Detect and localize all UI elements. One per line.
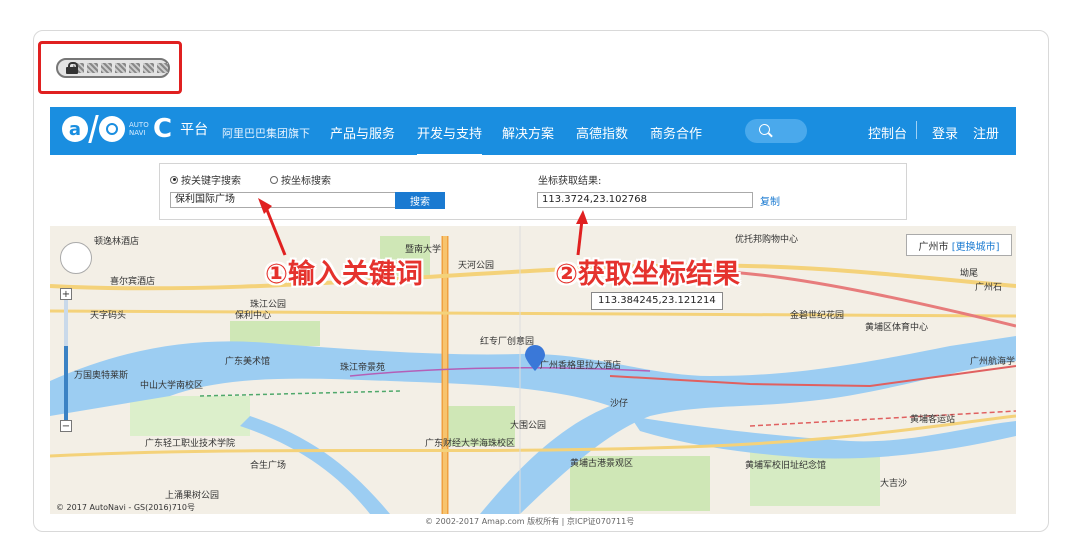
nav-register[interactable]: 注册 bbox=[973, 123, 999, 142]
address-bar[interactable] bbox=[56, 58, 170, 78]
map-poi-label[interactable]: 坳尾 bbox=[960, 266, 978, 279]
map-view[interactable]: + − 广州市 [更换城市] ①输入关键词 ②获取坐标结果 113.384245… bbox=[50, 226, 1016, 514]
radio-keyword-label: 按关键字搜索 bbox=[181, 176, 241, 187]
pan-control[interactable] bbox=[60, 242, 92, 274]
map-poi-label[interactable]: 天河公园 bbox=[458, 258, 494, 271]
nav-console[interactable]: 控制台 bbox=[868, 123, 907, 142]
map-poi-label[interactable]: 中山大学南校区 bbox=[140, 378, 203, 391]
nav-amap-index[interactable]: 高德指数 bbox=[576, 123, 628, 142]
callout-get-coordinate: ②获取坐标结果 bbox=[555, 259, 740, 290]
brand-subtitle: 阿里巴巴集团旗下 bbox=[222, 127, 310, 140]
map-poi-label[interactable]: 红专厂创意园 bbox=[480, 334, 534, 347]
logo-eye-icon bbox=[99, 116, 125, 142]
search-icon bbox=[759, 124, 770, 135]
map-poi-label[interactable]: 优托邦购物中心 bbox=[735, 232, 798, 245]
change-city-link[interactable]: [更换城市] bbox=[952, 238, 1000, 253]
nav-business[interactable]: 商务合作 bbox=[650, 123, 702, 142]
radio-coord-label: 按坐标搜索 bbox=[281, 176, 331, 187]
nav-products[interactable]: 产品与服务 bbox=[330, 123, 395, 142]
amap-logo[interactable]: a AUTONAVI C 平台 bbox=[62, 115, 208, 143]
city-name: 广州市 bbox=[918, 241, 949, 253]
zoom-slider[interactable] bbox=[64, 300, 68, 420]
map-poi-label[interactable]: 广东美术馆 bbox=[225, 354, 270, 367]
map-poi-label[interactable]: 暨南大学 bbox=[405, 242, 441, 255]
map-poi-label[interactable]: 广州石 bbox=[975, 280, 1002, 293]
map-poi-label[interactable]: 沙仔 bbox=[610, 396, 628, 409]
map-poi-label[interactable]: 大围公园 bbox=[510, 418, 546, 431]
logo-sub: AUTONAVI bbox=[129, 121, 149, 137]
site-copyright: © 2002-2017 Amap.com 版权所有 | 京ICP证070711号 bbox=[425, 517, 635, 526]
zoom-level-fill bbox=[64, 345, 68, 420]
map-poi-label[interactable]: 珠江公园 bbox=[250, 297, 286, 310]
map-poi-label[interactable]: 上涌果树公园 bbox=[165, 488, 219, 501]
nav-separator bbox=[916, 121, 917, 139]
city-selector[interactable]: 广州市 [更换城市] bbox=[906, 234, 1012, 256]
map-poi-label[interactable]: 黄埔古港景观区 bbox=[570, 456, 633, 469]
logo-letter: a bbox=[62, 116, 88, 142]
radio-coordinate[interactable]: 按坐标搜索 bbox=[270, 172, 331, 187]
obscured-url bbox=[73, 63, 168, 73]
map-poi-label[interactable]: 万国奥特莱斯 bbox=[74, 368, 128, 381]
map-poi-label[interactable]: 广东轻工职业技术学院 bbox=[145, 436, 235, 449]
coord-tooltip: 113.384245,23.121214 bbox=[591, 292, 723, 310]
map-poi-label[interactable]: 广东财经大学海珠校区 bbox=[425, 436, 515, 449]
copy-button[interactable]: 复制 bbox=[760, 193, 780, 208]
radio-dot-on bbox=[170, 175, 178, 184]
map-poi-label[interactable]: 大吉沙 bbox=[880, 476, 907, 489]
map-poi-label[interactable]: 珠江帝景苑 bbox=[340, 360, 385, 373]
map-poi-label[interactable]: 金碧世纪花园 bbox=[790, 308, 844, 321]
map-poi-label[interactable]: 合生广场 bbox=[250, 458, 286, 471]
callout-enter-keyword: ①输入关键词 bbox=[265, 259, 423, 290]
keyword-input[interactable]: 保利国际广场 bbox=[170, 192, 396, 208]
map-poi-label[interactable]: 喜尔宾酒店 bbox=[110, 274, 155, 287]
coord-result-field[interactable]: 113.3724,23.102768 bbox=[537, 192, 753, 208]
zoom-out-button[interactable]: − bbox=[60, 420, 72, 432]
coord-picker-panel: 按关键字搜索 按坐标搜索 保利国际广场 搜索 坐标获取结果: 113.3724,… bbox=[159, 163, 907, 220]
coord-result-label: 坐标获取结果: bbox=[538, 176, 602, 187]
map-poi-label[interactable]: 广州香格里拉大酒店 bbox=[540, 358, 621, 371]
nav-dev-support[interactable]: 开发与支持 bbox=[417, 123, 483, 157]
map-poi-label[interactable]: 黄埔客运站 bbox=[910, 412, 955, 425]
map-background bbox=[50, 226, 1016, 514]
radio-dot-off bbox=[270, 175, 278, 184]
lock-icon bbox=[66, 62, 78, 74]
nav-solutions[interactable]: 解决方案 bbox=[502, 123, 554, 142]
map-poi-label[interactable]: 黄埔军校旧址纪念馆 bbox=[745, 458, 826, 471]
nav-login[interactable]: 登录 bbox=[932, 123, 958, 142]
map-poi-label[interactable]: 顿逸林酒店 bbox=[94, 234, 139, 247]
logo-platform: 平台 bbox=[180, 122, 209, 138]
map-poi-label[interactable]: 天字码头 bbox=[90, 308, 126, 321]
nav-search[interactable] bbox=[745, 119, 807, 143]
zoom-control[interactable]: + − bbox=[60, 288, 72, 438]
zoom-in-button[interactable]: + bbox=[60, 288, 72, 300]
logo-c-icon: C bbox=[153, 114, 173, 144]
radio-keyword[interactable]: 按关键字搜索 bbox=[170, 172, 241, 187]
map-poi-label[interactable]: 黄埔区体育中心 bbox=[865, 320, 928, 333]
search-button[interactable]: 搜索 bbox=[395, 192, 445, 209]
top-navbar: a AUTONAVI C 平台 阿里巴巴集团旗下 产品与服务 开发与支持 解决方… bbox=[50, 107, 1016, 157]
map-poi-label[interactable]: 广州航海学 bbox=[970, 354, 1015, 367]
map-copyright: © 2017 AutoNavi - GS(2016)710号 bbox=[56, 503, 195, 512]
